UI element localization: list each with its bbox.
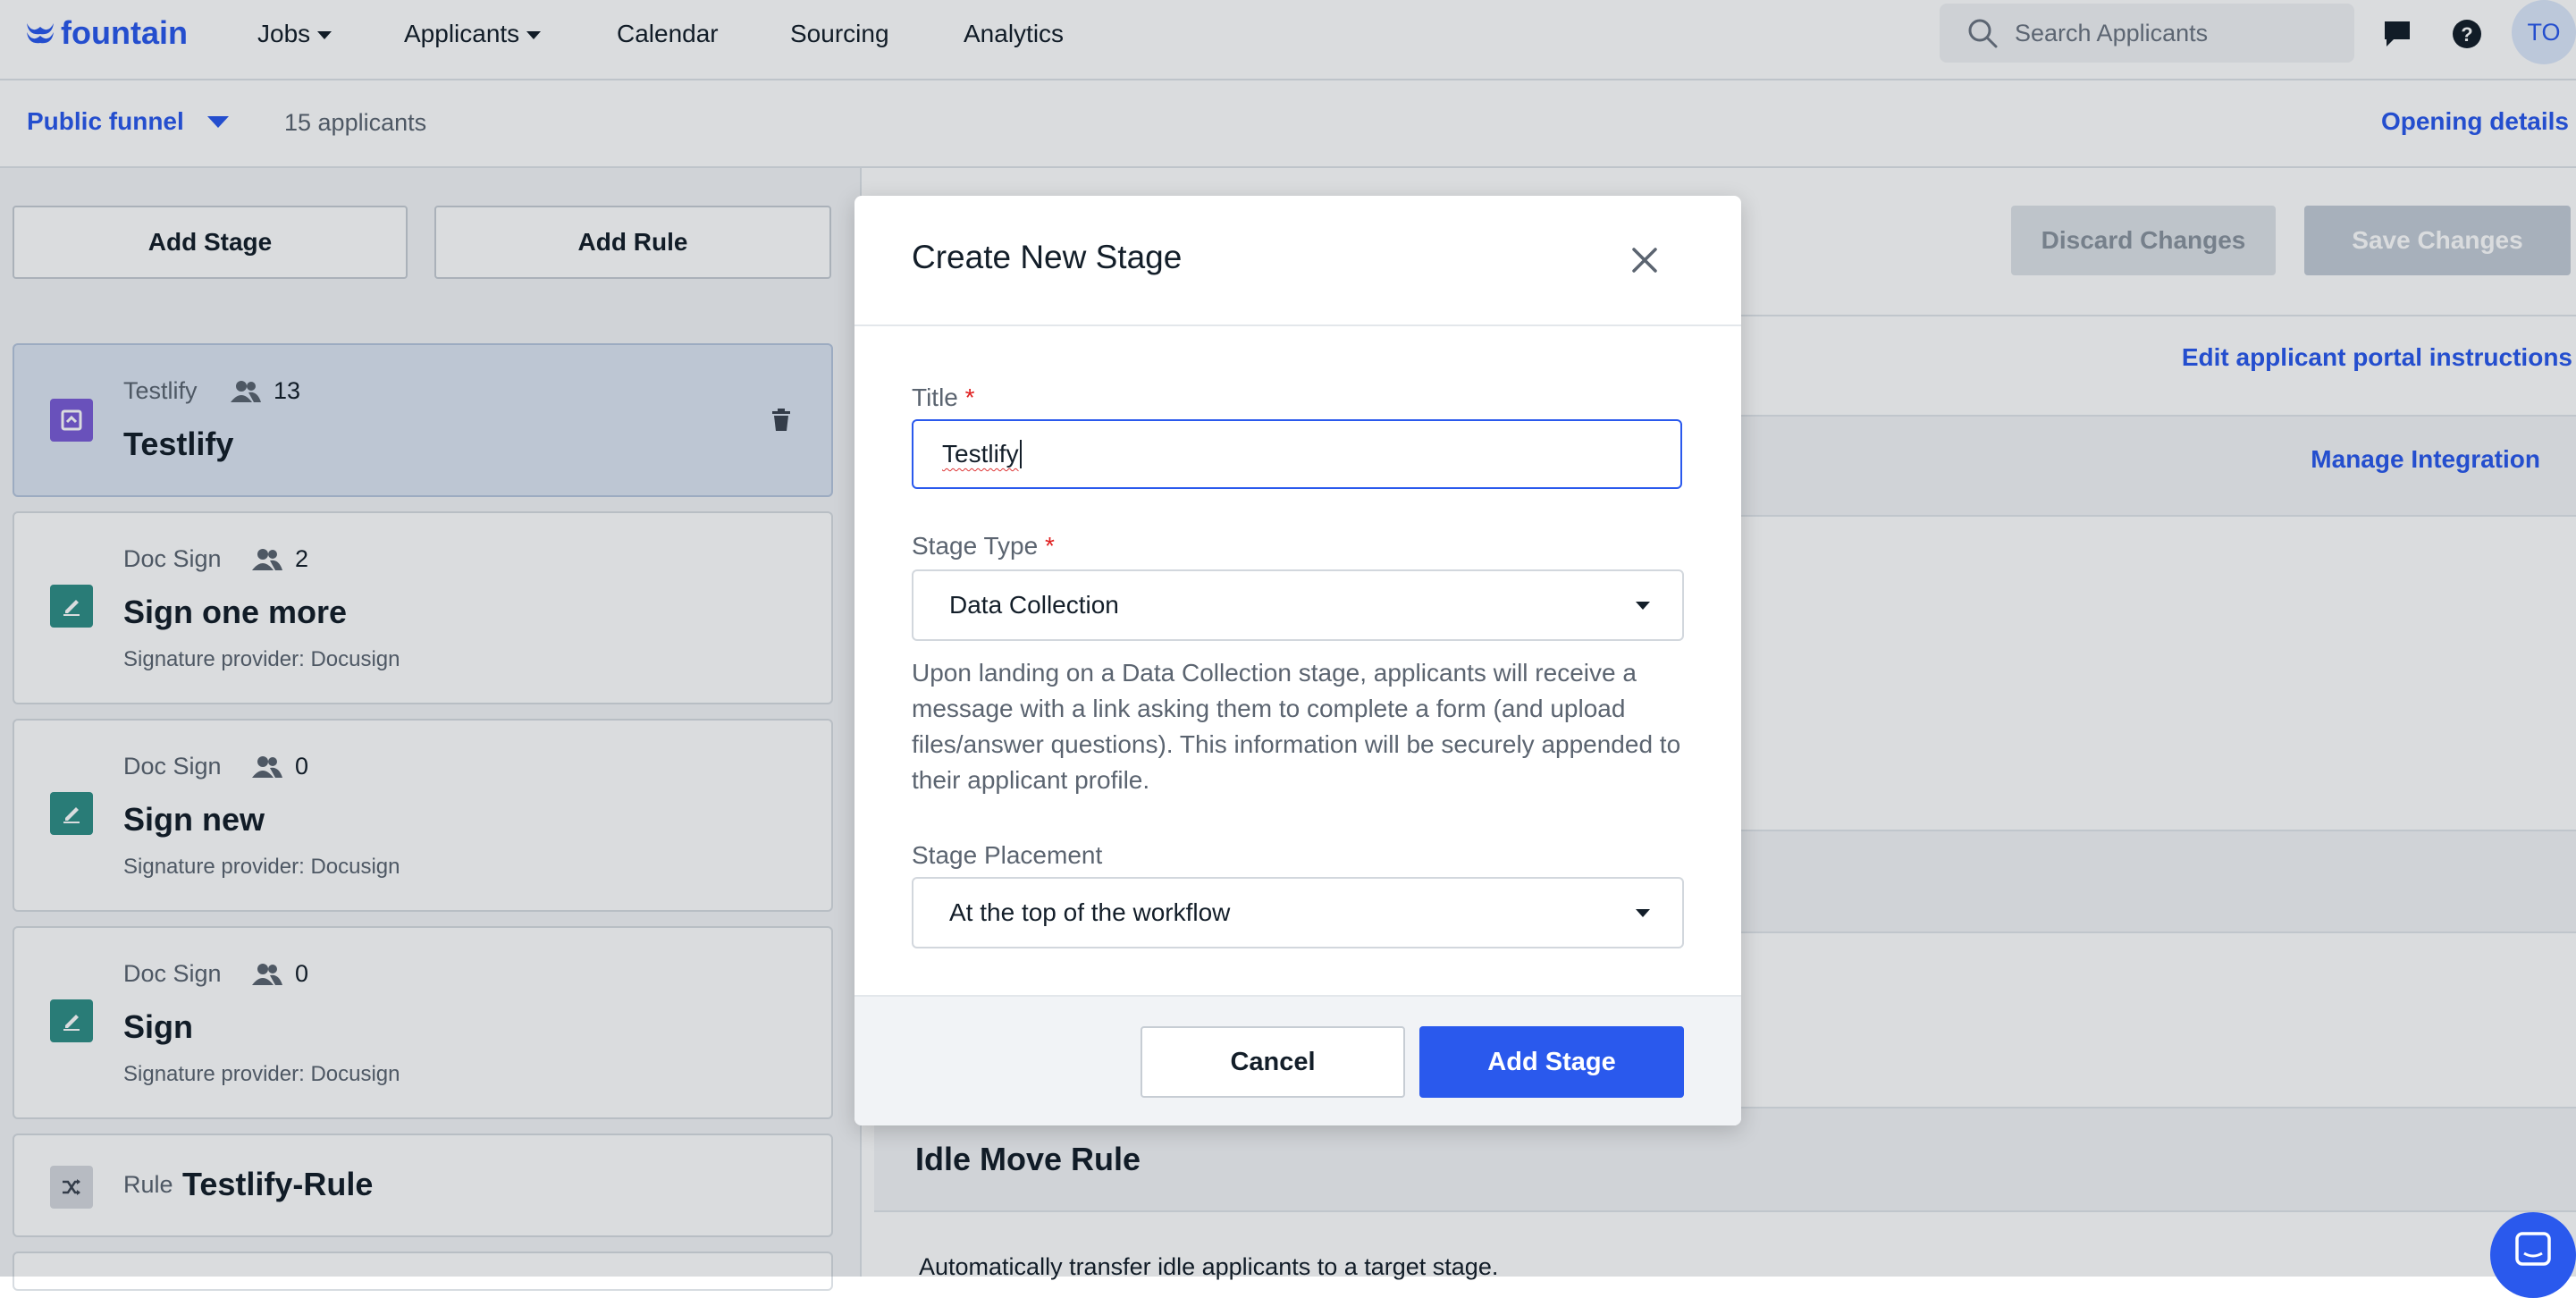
chat-bubble-icon: [2515, 1232, 2551, 1266]
text-cursor: [1019, 440, 1022, 468]
modal-title: Create New Stage: [912, 239, 1183, 275]
title-label: Title *: [912, 384, 975, 412]
modal-footer: Cancel Add Stage: [854, 995, 1741, 1125]
caret-down-icon: [1636, 602, 1650, 610]
title-input-value: Testlify: [942, 440, 1019, 468]
add-stage-submit-button[interactable]: Add Stage: [1419, 1026, 1684, 1098]
stage-placement-value: At the top of the workflow: [949, 898, 1231, 926]
cancel-button[interactable]: Cancel: [1141, 1026, 1405, 1098]
caret-down-icon: [1636, 909, 1650, 917]
required-asterisk: *: [1044, 532, 1055, 560]
create-stage-modal: Create New Stage Title * Testlify Stage …: [854, 196, 1741, 1125]
title-input[interactable]: Testlify: [912, 419, 1682, 489]
close-icon[interactable]: [1625, 240, 1664, 280]
stage-placement-select[interactable]: At the top of the workflow: [912, 877, 1684, 948]
stage-type-select[interactable]: Data Collection: [912, 569, 1684, 641]
modal-header: Create New Stage: [854, 196, 1741, 326]
chat-launcher-button[interactable]: [2490, 1212, 2576, 1298]
stage-type-description: Upon landing on a Data Collection stage,…: [912, 659, 1681, 794]
required-asterisk: *: [964, 384, 975, 411]
stage-placement-label: Stage Placement: [912, 841, 1103, 869]
title-label-text: Title: [912, 384, 958, 411]
stage-type-label-text: Stage Type: [912, 532, 1039, 560]
stage-type-value: Data Collection: [949, 591, 1119, 619]
stage-type-label: Stage Type *: [912, 532, 1055, 560]
